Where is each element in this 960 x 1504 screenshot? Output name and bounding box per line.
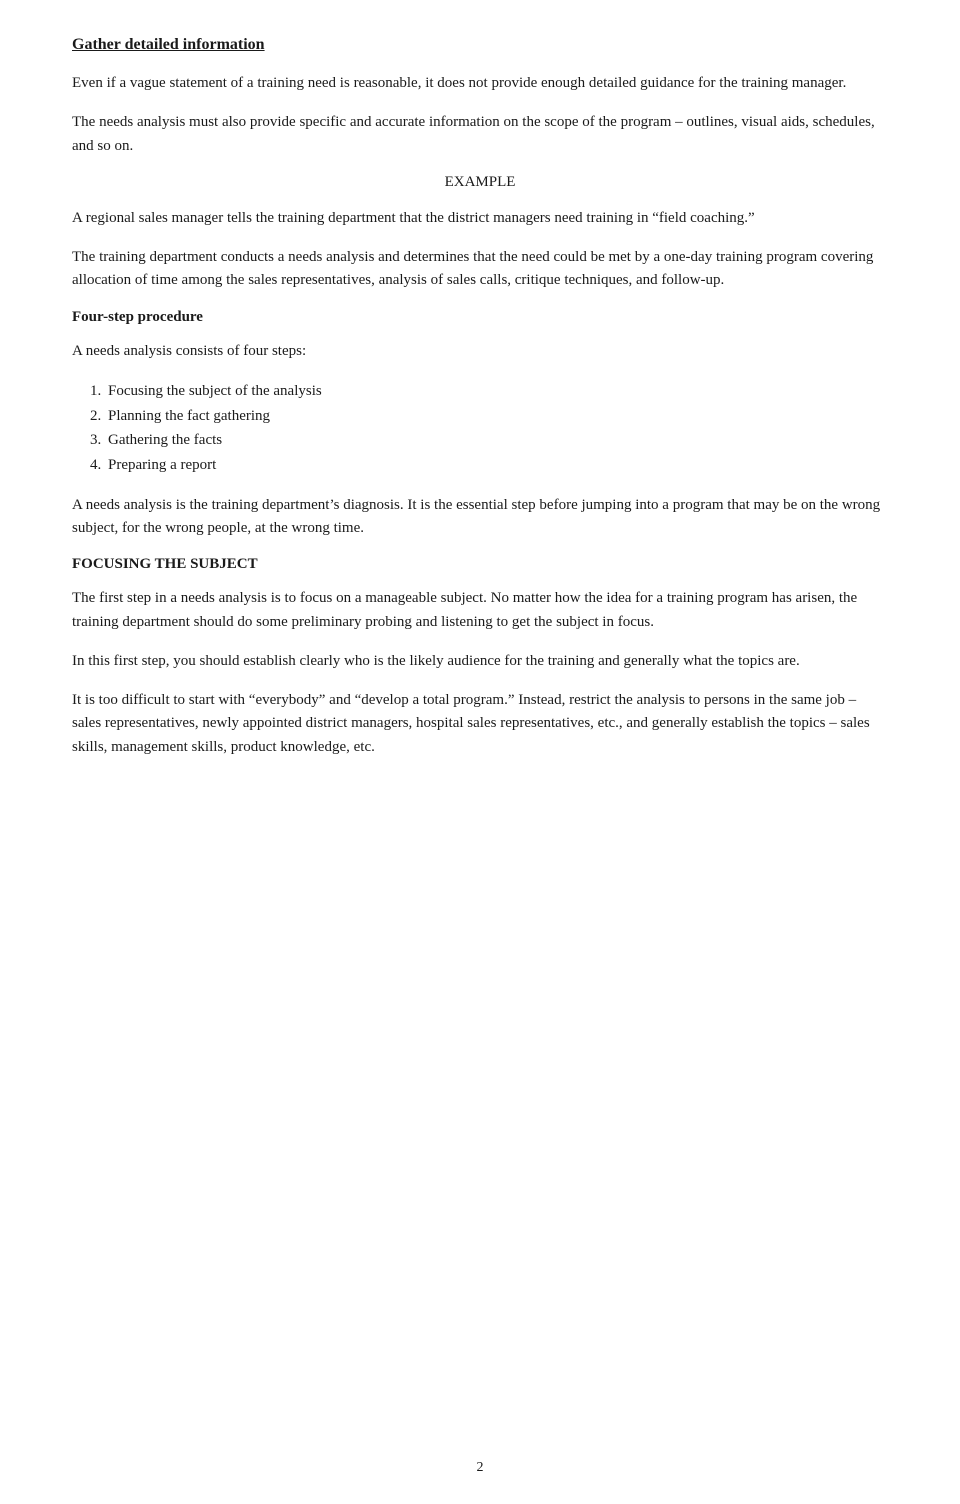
intro-paragraph-1: Even if a vague statement of a training …	[72, 72, 888, 95]
page-title: Gather detailed information	[72, 36, 888, 54]
list-number: 3.	[90, 428, 101, 453]
page-container: Gather detailed information Even if a va…	[0, 0, 960, 1504]
list-item-text: Planning the fact gathering	[108, 408, 270, 424]
list-item-text: Gathering the facts	[108, 432, 222, 448]
example-heading: EXAMPLE	[72, 174, 888, 191]
list-item-text: Focusing the subject of the analysis	[108, 383, 322, 399]
list-number: 1.	[90, 379, 101, 404]
focusing-paragraph-1: The first step in a needs analysis is to…	[72, 587, 888, 634]
list-number: 4.	[90, 453, 101, 478]
intro-paragraph-2: The needs analysis must also provide spe…	[72, 111, 888, 158]
four-step-heading: Four-step procedure	[72, 309, 888, 326]
four-step-intro: A needs analysis consists of four steps:	[72, 340, 888, 363]
focusing-paragraph-2: In this first step, you should establish…	[72, 650, 888, 673]
page-number: 2	[0, 1460, 960, 1476]
example-paragraph-2: The training department conducts a needs…	[72, 246, 888, 293]
list-number: 2.	[90, 404, 101, 429]
list-item: 4. Preparing a report	[72, 453, 888, 478]
focusing-paragraph-3: It is too difficult to start with “every…	[72, 689, 888, 759]
diagnosis-paragraph: A needs analysis is the training departm…	[72, 494, 888, 541]
focusing-heading: FOCUSING THE SUBJECT	[72, 556, 888, 573]
list-item-text: Preparing a report	[108, 457, 216, 473]
example-paragraph-1: A regional sales manager tells the train…	[72, 207, 888, 230]
steps-list: 1. Focusing the subject of the analysis …	[72, 379, 888, 478]
list-item: 3. Gathering the facts	[72, 428, 888, 453]
list-item: 1. Focusing the subject of the analysis	[72, 379, 888, 404]
list-item: 2. Planning the fact gathering	[72, 404, 888, 429]
